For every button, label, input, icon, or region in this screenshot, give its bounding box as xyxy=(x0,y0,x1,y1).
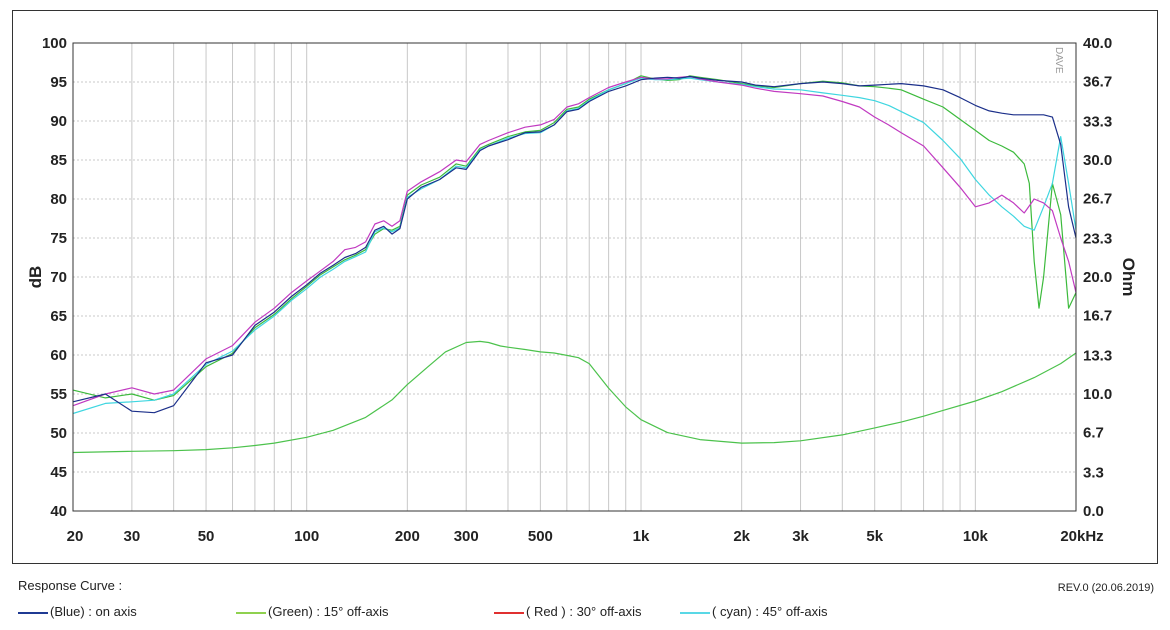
y-axis-title: dB xyxy=(26,266,45,289)
y-tick-label: 95 xyxy=(50,74,67,91)
y2-tick-label: 6.7 xyxy=(1083,425,1104,442)
response-curve-title: Response Curve : xyxy=(18,578,123,593)
legend-item-green: (Green) : 15° off-axis xyxy=(236,604,389,619)
y-tick-label: 85 xyxy=(50,152,67,169)
legend-label-blue: (Blue) : on axis xyxy=(50,604,137,619)
legend-item-cyan: ( cyan) : 45° off-axis xyxy=(680,604,828,619)
x-tick-label: 30 xyxy=(124,528,141,545)
legend-swatch-green xyxy=(236,611,266,614)
y2-tick-label: 10.0 xyxy=(1083,386,1112,403)
chart-frame: 20 30 50 100 200 300 500 1k 2k 3k 5k 10k 20kHz 40 45 5… xyxy=(12,10,1158,564)
x-tick-label: 3k xyxy=(792,528,809,545)
x-tick-labels: 20 30 50 100 200 300 500 1k 2k 3k 5k 10k 20kHz xyxy=(67,528,1104,545)
watermark-text: DAVE xyxy=(1053,47,1064,74)
y-tick-label: 65 xyxy=(50,308,67,325)
y-tick-label: 60 xyxy=(50,347,67,364)
y2-tick-labels: 0.0 3.3 6.7 10.0 13.3 16.7 20.0 23.3 26.7 30.0 33.… xyxy=(1083,35,1112,520)
x-tick-label: 200 xyxy=(395,528,420,545)
revision-label: REV.0 (20.06.2019) xyxy=(1057,582,1154,594)
x-tick-label: 5k xyxy=(866,528,883,545)
y-tick-label: 75 xyxy=(50,230,67,247)
legend-item-blue: (Blue) : on axis xyxy=(18,604,137,619)
y-tick-label: 100 xyxy=(42,35,67,52)
y2-tick-label: 33.3 xyxy=(1083,113,1112,130)
legend-label-cyan: ( cyan) : 45° off-axis xyxy=(712,604,828,619)
y2-tick-label: 23.3 xyxy=(1083,230,1112,247)
x-tick-label: 50 xyxy=(198,528,215,545)
y2-axis-title: Ohm xyxy=(1119,258,1138,297)
legend-swatch-blue xyxy=(18,611,48,614)
y2-tick-label: 16.7 xyxy=(1083,308,1112,325)
y-tick-label: 90 xyxy=(50,113,67,130)
x-tick-label: 300 xyxy=(454,528,479,545)
y2-tick-label: 20.0 xyxy=(1083,269,1112,286)
x-tick-label: 2k xyxy=(733,528,750,545)
y-tick-label: 70 xyxy=(50,269,67,286)
legend-swatch-cyan xyxy=(680,611,710,614)
x-tick-label: 20 xyxy=(67,528,84,545)
y2-tick-label: 30.0 xyxy=(1083,152,1112,169)
x-tick-label: 1k xyxy=(633,528,650,545)
y2-tick-label: 3.3 xyxy=(1083,464,1104,481)
legend: (Blue) : on axis (Green) : 15° off-axis … xyxy=(18,604,1158,622)
legend-label-red: ( Red ) : 30° off-axis xyxy=(526,604,642,619)
y2-tick-label: 26.7 xyxy=(1083,191,1112,208)
y-tick-label: 40 xyxy=(50,503,67,520)
y-tick-labels: 40 45 50 55 60 65 70 75 80 85 90 95 100 xyxy=(42,35,67,520)
legend-item-red: ( Red ) : 30° off-axis xyxy=(494,604,642,619)
x-tick-label: 500 xyxy=(528,528,553,545)
legend-swatch-red xyxy=(494,611,524,614)
y2-tick-label: 0.0 xyxy=(1083,503,1104,520)
y-tick-label: 55 xyxy=(50,386,67,403)
x-tick-label: 20kHz xyxy=(1060,528,1103,545)
legend-label-green: (Green) : 15° off-axis xyxy=(268,604,389,619)
y-tick-label: 50 xyxy=(50,425,67,442)
x-tick-label: 100 xyxy=(294,528,319,545)
y-tick-label: 45 xyxy=(50,464,67,481)
y2-tick-label: 36.7 xyxy=(1083,74,1112,91)
y-tick-label: 80 xyxy=(50,191,67,208)
x-tick-label: 10k xyxy=(963,528,989,545)
frequency-response-chart: 20 30 50 100 200 300 500 1k 2k 3k 5k 10k 20kHz 40 45 5… xyxy=(26,35,1138,545)
y2-tick-label: 13.3 xyxy=(1083,347,1112,364)
y2-tick-label: 40.0 xyxy=(1083,35,1112,52)
